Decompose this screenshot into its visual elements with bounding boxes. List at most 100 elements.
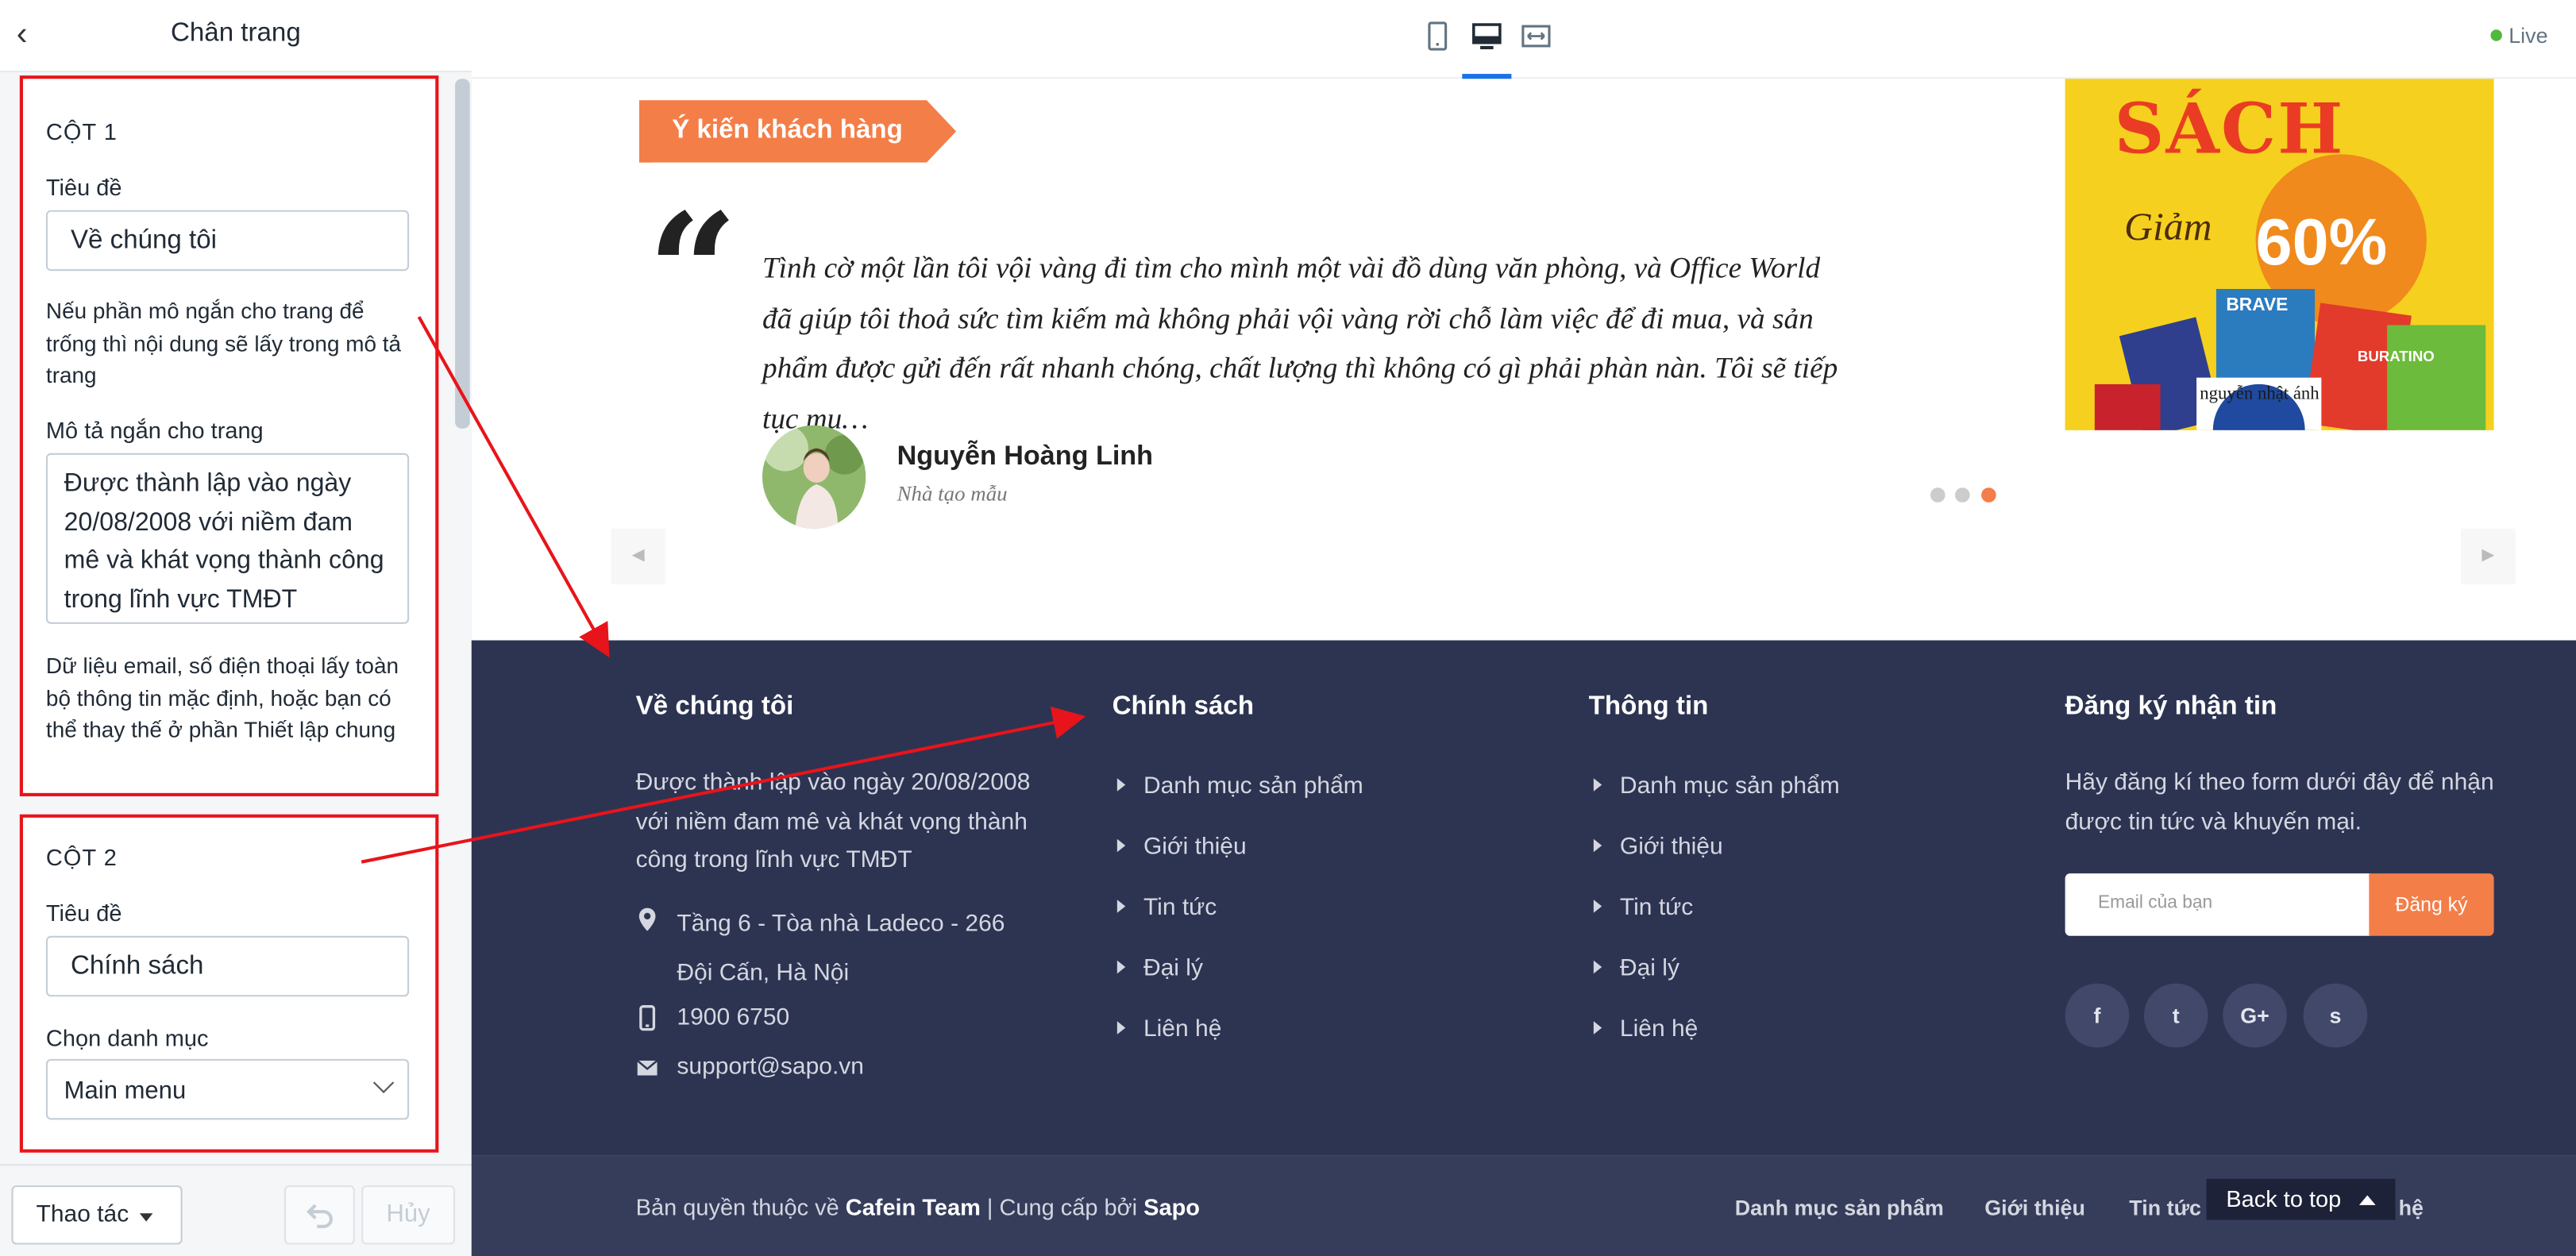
footer-link-label: Danh mục sản phẩm <box>1143 773 1363 800</box>
arrow-up-icon <box>2358 1195 2376 1205</box>
caret-right-icon <box>1593 778 1602 792</box>
footer-link-label: Liên hệ <box>1143 1016 1222 1043</box>
customer-avatar <box>762 425 866 529</box>
bottom-link[interactable]: Tin tức <box>2129 1196 2201 1220</box>
footer-link[interactable]: Danh mục sản phẩm <box>1116 773 1363 800</box>
chevron-down-icon <box>372 1072 395 1094</box>
footer-link-label: Tin tức <box>1619 895 1694 922</box>
column-1-title-input[interactable]: Về chúng tôi <box>45 210 410 272</box>
active-view-indicator <box>1462 74 1512 79</box>
column-1-help-text: Nếu phần mô ngắn cho trang để trống thì … <box>45 299 402 388</box>
footer-link[interactable]: Tin tức <box>1116 895 1217 922</box>
footer-link[interactable]: Danh mục sản phẩm <box>1593 773 1840 800</box>
actions-label: Thao tác <box>36 1201 129 1228</box>
bottom-link[interactable]: Danh mục sản phẩm <box>1735 1196 1944 1220</box>
footer-address: Tầng 6 - Tòa nhà Ladeco - 266 Đội Cấn, H… <box>677 911 1005 987</box>
short-description-label: Mô tả ngắn cho trang <box>45 417 264 444</box>
caret-right-icon <box>1116 778 1126 792</box>
theme-editor-sidebar: ‹ Chân trang CỘT 1 Tiêu đề Về chúng tôi … <box>0 0 472 1256</box>
footer-link[interactable]: Liên hệ <box>1116 1016 1222 1043</box>
footer-phone[interactable]: 1900 6750 <box>677 1005 789 1031</box>
column-1-heading: CỘT 1 <box>45 118 118 144</box>
footer-link[interactable]: Đại lý <box>1593 955 1679 982</box>
twitter-icon[interactable]: t <box>2143 983 2208 1048</box>
google-plus-icon[interactable]: G+ <box>2223 983 2287 1048</box>
caret-right-icon <box>1593 900 1602 913</box>
footer-column-2-settings: CỘT 2 Tiêu đề Chính sách Chọn danh mục M… <box>19 814 439 1153</box>
slider-next-button[interactable]: ▶ <box>2461 528 2516 585</box>
column-1-title-label: Tiêu đề <box>45 174 122 201</box>
footer-email[interactable]: support@sapo.vn <box>677 1054 864 1081</box>
footer-link-label: Danh mục sản phẩm <box>1619 773 1840 800</box>
caret-right-icon <box>1116 960 1126 974</box>
promo-book-brand: BRAVE <box>2226 295 2289 316</box>
live-status-label: Live <box>2509 22 2548 48</box>
full-width-view-icon[interactable] <box>1520 20 1552 52</box>
footer-link-label: Đại lý <box>1143 955 1203 982</box>
promo-headline: SÁCH <box>2114 88 2345 170</box>
phone-icon <box>639 1005 656 1031</box>
subscribe-button[interactable]: Đăng ký <box>2369 873 2494 936</box>
footer-link-label: Giới thiệu <box>1143 834 1247 861</box>
footer-column-4-title: Đăng ký nhận tin <box>2065 692 2277 721</box>
footer-link[interactable]: Giới thiệu <box>1593 834 1723 861</box>
facebook-icon[interactable]: f <box>2065 983 2130 1048</box>
footer-column-1-settings: CỘT 1 Tiêu đề Về chúng tôi Nếu phần mô n… <box>19 75 439 796</box>
sidebar-footer: Thao tác Hủy <box>0 1164 472 1256</box>
footer-link[interactable]: Giới thiệu <box>1116 834 1247 861</box>
menu-select-value: Main menu <box>64 1077 187 1105</box>
undo-button[interactable] <box>283 1185 355 1245</box>
caret-right-icon <box>1116 1021 1126 1034</box>
actions-dropdown-button[interactable]: Thao tác <box>11 1185 183 1245</box>
copyright-prefix: Bản quyền thuộc về <box>635 1193 839 1220</box>
slider-dot[interactable] <box>1930 487 1945 503</box>
caret-right-icon <box>1116 900 1126 913</box>
footer-link[interactable]: Tin tức <box>1593 895 1694 922</box>
menu-select[interactable]: Main menu <box>45 1058 410 1120</box>
footer-link-label: Liên hệ <box>1619 1016 1699 1043</box>
preview-toolbar: Live <box>471 0 2576 79</box>
copyright-text: Bản quyền thuộc về Cafein Team | Cung cấ… <box>636 1193 1200 1219</box>
promo-discount: 60% <box>2255 206 2388 279</box>
caret-down-icon <box>139 1213 153 1222</box>
skype-icon[interactable]: s <box>2303 983 2368 1048</box>
promo-banner[interactable]: SÁCH Giảm 60% BRAVE nguyễn nhật ánh BURA… <box>2065 79 2494 430</box>
sidebar-scroll-area: CỘT 1 Tiêu đề Về chúng tôi Nếu phần mô n… <box>0 71 472 1165</box>
testimonial-section-title: Ý kiến khách hàng <box>672 116 903 144</box>
bottom-link[interactable]: Giới thiệu <box>1984 1196 2085 1220</box>
caret-right-icon <box>1593 960 1602 974</box>
column-2-title-label: Tiêu đề <box>45 900 122 927</box>
slider-prev-button[interactable]: ◀ <box>611 528 665 585</box>
slider-dot[interactable] <box>1954 487 1970 503</box>
bottom-link[interactable]: hệ <box>2399 1196 2424 1220</box>
customer-role: Nhà tạo mẫu <box>897 480 1008 506</box>
caret-right-icon <box>1593 1021 1602 1034</box>
column-2-title-input[interactable]: Chính sách <box>45 935 410 997</box>
sidebar-scrollbar[interactable] <box>455 79 470 429</box>
slider-dot-active[interactable] <box>1981 487 1996 503</box>
promo-book-author: nguyễn nhật ánh <box>2200 383 2320 404</box>
footer-link[interactable]: Đại lý <box>1116 955 1203 982</box>
live-status-dot <box>2490 29 2502 41</box>
back-to-top-button[interactable]: Back to top <box>2206 1178 2396 1220</box>
footer-column-2-title: Chính sách <box>1112 692 1255 721</box>
footer-link[interactable]: Liên hệ <box>1593 1016 1699 1043</box>
copyright-separator: | Cung cấp bởi <box>986 1193 1138 1220</box>
sidebar-header: ‹ Chân trang <box>0 0 472 72</box>
sidebar-title: Chân trang <box>170 19 301 48</box>
desktop-view-icon[interactable] <box>1471 20 1503 52</box>
copyright-provider[interactable]: Sapo <box>1143 1193 1200 1219</box>
testimonial-text: Tình cờ một lần tôi vội vàng đi tìm cho … <box>762 251 1838 434</box>
quote-mark-icon: “ <box>647 179 738 365</box>
customer-name: Nguyễn Hoàng Linh <box>897 441 1154 472</box>
newsletter-email-input[interactable]: Email của bạn <box>2065 873 2371 936</box>
location-pin-icon <box>638 907 656 931</box>
footer-column-1-title: Về chúng tôi <box>635 692 794 721</box>
footer-link-label: Giới thiệu <box>1619 834 1723 861</box>
footer-link-label: Tin tức <box>1143 895 1217 922</box>
copyright-team[interactable]: Cafein Team <box>846 1193 981 1219</box>
short-description-textarea[interactable]: Được thành lập vào ngày 20/08/2008 với n… <box>45 453 410 624</box>
footer-link-label: Đại lý <box>1619 955 1679 982</box>
cancel-button[interactable]: Hủy <box>361 1185 456 1245</box>
mobile-view-icon[interactable] <box>1421 20 1454 52</box>
